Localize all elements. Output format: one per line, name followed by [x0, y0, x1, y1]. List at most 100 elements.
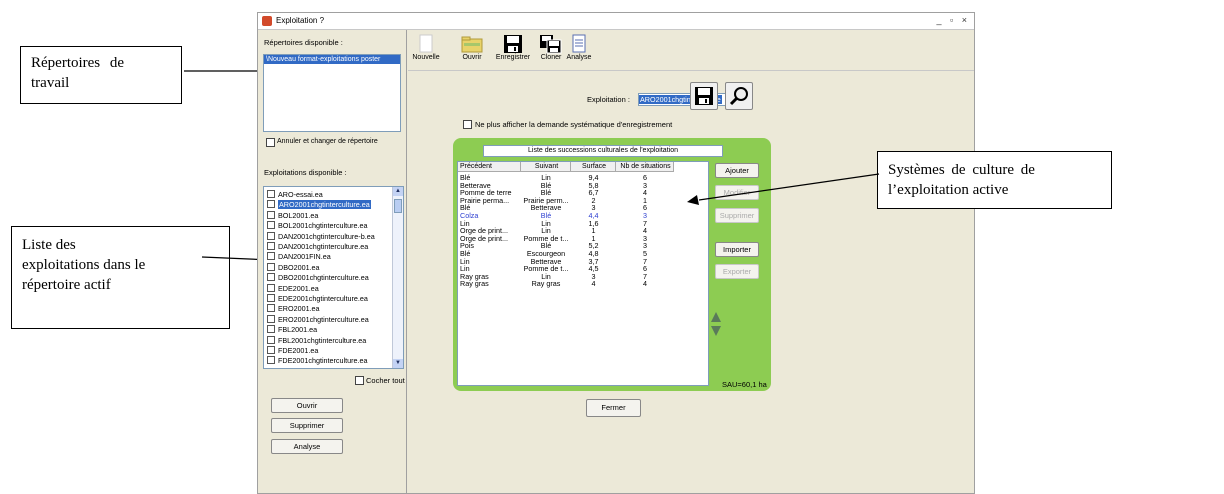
exploitation-name: FBL2001.ea: [278, 325, 318, 335]
exploitations-scrollbar[interactable]: ▲ ▼: [392, 187, 403, 368]
exploitation-item[interactable]: ERO2001.ea: [267, 304, 320, 313]
table-cell: 9,4: [588, 173, 599, 182]
table-row[interactable]: Lin Pomme de t... 4,5 6: [458, 265, 674, 272]
toolbar-ouvrir[interactable]: Ouvrir: [459, 34, 485, 61]
exploitation-checkbox[interactable]: [267, 262, 275, 271]
column-header[interactable]: Nb de situations: [616, 162, 674, 172]
exploitation-checkbox[interactable]: [267, 273, 275, 282]
exploitation-name: DAN2001FIN.ea: [278, 252, 331, 262]
table-cell: Blé: [460, 173, 471, 182]
exploitation-item[interactable]: ARO2001chgtinterculture.ea: [267, 200, 371, 210]
exploitation-checkbox[interactable]: [267, 231, 275, 240]
repertoire-item-selected[interactable]: \Nouveau format-exploitations poster: [264, 55, 400, 64]
scroll-thumb[interactable]: [394, 199, 402, 213]
exploitation-item[interactable]: DAN2001chgtinterculture-b.ea: [267, 231, 375, 241]
exploitation-item[interactable]: EDE2001.ea: [267, 283, 319, 293]
exploitation-checkbox[interactable]: [267, 200, 275, 209]
fermer-button[interactable]: Fermer: [586, 399, 641, 417]
exploitation-item[interactable]: EDE2001chgtinterculture.ea: [267, 294, 368, 303]
exploitation-checkbox[interactable]: [267, 190, 275, 198]
toolbar-enregistrer[interactable]: Enregistrer: [495, 34, 531, 61]
exploitation-item[interactable]: DBO2001chgtinterculture.ea: [267, 273, 369, 282]
toolbar-label: Ouvrir: [462, 54, 482, 61]
save-icon: [695, 87, 713, 105]
annotation-liste-exploitations: Liste des exploitations dans le répertoi…: [11, 226, 230, 329]
repertoires-list[interactable]: \Nouveau format-exploitations poster: [263, 54, 401, 132]
exploitation-item[interactable]: BOL2001.ea: [267, 210, 318, 220]
table-row[interactable]: Prairie perma... Prairie perm... 2 1: [458, 197, 674, 204]
toolbar-label: Cloner: [540, 54, 562, 61]
table-cell: 4,4: [588, 211, 599, 220]
table-cell: 3: [643, 211, 647, 220]
column-header[interactable]: Surface: [571, 162, 616, 172]
table-row[interactable]: Pois Blé 5,2 3: [458, 242, 674, 249]
exploitation-checkbox[interactable]: [267, 356, 275, 365]
move-down-icon[interactable]: [710, 325, 722, 337]
column-header[interactable]: Suivant: [521, 162, 571, 172]
column-header[interactable]: Précédent: [458, 162, 521, 172]
exploitation-item[interactable]: FDE2001.ea: [267, 346, 318, 355]
table-row[interactable]: Ray gras Ray gras 4 4: [458, 280, 674, 287]
table-cell: 4,8: [588, 249, 599, 258]
exploitation-item[interactable]: FBL2001chgtinterculture.ea: [267, 335, 366, 345]
exploitation-name: ERO2001chgtinterculture.ea: [278, 314, 369, 324]
application-window: Exploitation ? _ ▫ × Répertoires disponi…: [257, 12, 975, 494]
annotation-line: l’exploitation active: [888, 182, 1009, 198]
cocher-tout-checkbox[interactable]: [355, 376, 364, 385]
annotation-line: Liste des: [22, 237, 76, 253]
table-cell: Blé: [540, 211, 552, 220]
cocher-tout-label: Cocher tout: [366, 376, 405, 385]
exploitation-checkbox[interactable]: [267, 242, 275, 250]
exploitation-checkbox[interactable]: [267, 335, 275, 344]
exploitation-item[interactable]: BOL2001chgtinterculture.ea: [267, 221, 368, 230]
exploitation-checkbox[interactable]: [267, 304, 275, 313]
toolbar-separator: [408, 70, 974, 71]
exploitation-checkbox[interactable]: [267, 210, 275, 219]
table-row[interactable]: Colza Blé 4,4 3: [458, 212, 674, 219]
exploitation-label: Exploitation :: [587, 95, 630, 104]
save-exploitation-button[interactable]: [690, 82, 718, 110]
window-title: Exploitation ?: [276, 16, 325, 25]
exploitation-item[interactable]: ERO2001chgtinterculture.ea: [267, 314, 369, 324]
annotation-line: Répertoires de: [31, 55, 125, 71]
exploitation-checkbox[interactable]: [267, 294, 275, 302]
exploitation-item[interactable]: FDE2001chgtinterculture.ea: [267, 356, 368, 365]
scroll-down-icon[interactable]: ▼: [393, 359, 403, 368]
toolbar-cloner[interactable]: Cloner: [538, 34, 564, 61]
exploitation-checkbox[interactable]: [267, 221, 275, 230]
scroll-up-icon[interactable]: ▲: [393, 187, 403, 196]
ouvrir-button[interactable]: Ouvrir: [271, 398, 343, 413]
toolbar-analyse[interactable]: Analyse: [565, 34, 593, 61]
annuler-checkbox[interactable]: [266, 138, 275, 147]
importer-button[interactable]: Importer: [715, 242, 759, 257]
exploitation-item[interactable]: DAN2001FIN.ea: [267, 252, 331, 261]
table-cell: Ray gras: [531, 279, 561, 289]
table-row[interactable]: Orge de print... Pomme de t... 1 3: [458, 235, 674, 242]
toolbar-nouvelle[interactable]: Nouvelle: [411, 34, 441, 61]
exploitation-checkbox[interactable]: [267, 314, 275, 323]
exploitations-list[interactable]: ARO-essai.ea ARO2001chgtinterculture.ea BO…: [263, 186, 404, 369]
supprimer-succession-button[interactable]: Supprimer: [715, 208, 759, 223]
exploitation-item[interactable]: DBO2001.ea: [267, 262, 320, 272]
toolbar-label: Analyse: [566, 54, 592, 61]
ne-plus-checkbox[interactable]: [463, 120, 472, 129]
table-row[interactable]: Blé Lin 9,4 6: [458, 174, 674, 181]
exploitation-checkbox[interactable]: [267, 346, 275, 354]
exploitation-item[interactable]: FBL2001.ea: [267, 325, 317, 334]
table-row[interactable]: Ray gras Lin 3 7: [458, 273, 674, 280]
exploitation-checkbox[interactable]: [267, 283, 275, 292]
table-row[interactable]: Blé Betterave 3 6: [458, 204, 674, 211]
move-up-icon[interactable]: [710, 311, 722, 323]
successions-table[interactable]: Précédent Suivant Surface Nb de situations B…: [457, 161, 709, 386]
annotation-systemes: Systèmes de culture de l’exploitation ac…: [877, 151, 1112, 209]
exploitation-checkbox[interactable]: [267, 325, 275, 334]
supprimer-button[interactable]: Supprimer: [271, 418, 343, 433]
exporter-button[interactable]: Exporter: [715, 264, 759, 279]
table-row[interactable]: Blé Escourgeon 4,8 5: [458, 250, 674, 257]
exploitation-item[interactable]: ARO-essai.ea: [267, 190, 323, 199]
exploitation-item[interactable]: DAN2001chgtinterculture.ea: [267, 242, 368, 251]
window-controls[interactable]: _ ▫ ×: [937, 15, 970, 25]
analyse-button[interactable]: Analyse: [271, 439, 343, 454]
exploitation-checkbox[interactable]: [267, 252, 275, 261]
search-exploitation-button[interactable]: [725, 82, 753, 110]
